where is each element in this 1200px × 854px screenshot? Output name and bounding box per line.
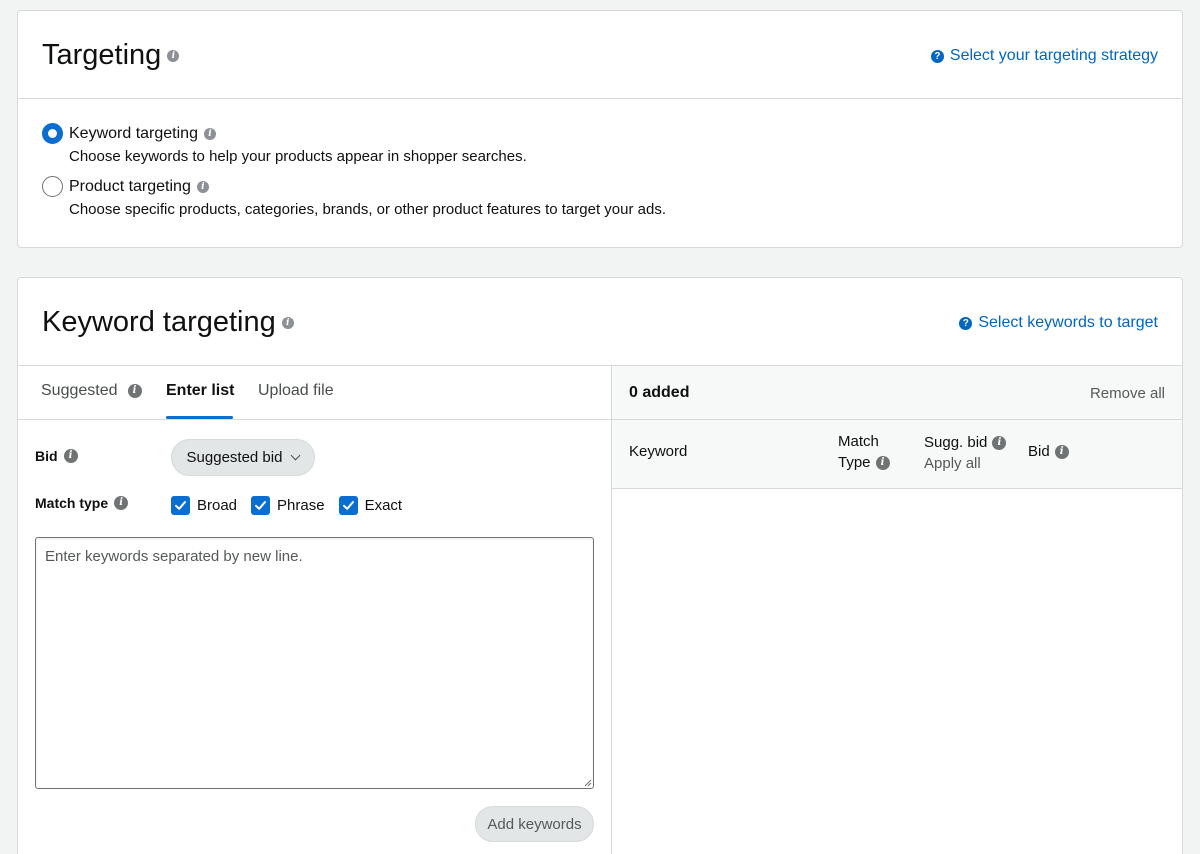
keyword-targeting-title-text: Keyword targeting — [42, 306, 276, 338]
targeting-title-text: Targeting — [42, 39, 162, 71]
keyword-targeting-option[interactable]: Keyword targeting i Choose keywords to h… — [42, 123, 942, 165]
info-icon[interactable]: i — [875, 455, 890, 470]
phrase-label: Phrase — [277, 497, 325, 514]
bid-label-text: Bid — [35, 448, 58, 464]
chevron-down-icon — [291, 450, 301, 461]
info-icon[interactable]: i — [63, 449, 78, 463]
added-keywords-bar: 0 added Remove all — [612, 366, 1182, 420]
product-targeting-radio[interactable] — [42, 176, 63, 197]
select-keywords-help-link[interactable]: ? Select keywords to target — [959, 314, 1158, 332]
match-type-broad[interactable]: Broad — [171, 496, 237, 515]
column-match-type-line1: Match — [838, 433, 879, 450]
match-type-exact[interactable]: Exact — [338, 496, 403, 515]
phrase-checkbox[interactable] — [251, 496, 271, 515]
keyword-source-tabs: Suggested i Enter list Upload file — [18, 366, 611, 420]
column-match-type-line2: Type — [838, 454, 871, 471]
add-keywords-button[interactable]: Add keywords — [475, 806, 594, 842]
match-type-label-text: Match type — [35, 495, 109, 511]
added-count: 0 added — [629, 384, 690, 401]
column-suggested-bid: Sugg. bid i Apply all — [924, 432, 1007, 474]
bid-label: Bid i — [35, 448, 78, 464]
tab-upload-file-label: Upload file — [258, 382, 334, 399]
match-type-phrase[interactable]: Phrase — [251, 496, 325, 515]
broad-checkbox[interactable] — [171, 496, 190, 515]
keywords-textarea[interactable] — [35, 537, 594, 789]
product-targeting-option-description: Choose specific products, categories, br… — [69, 201, 666, 218]
resize-handle-icon[interactable] — [584, 779, 592, 787]
bid-type-select[interactable]: Suggested bid — [171, 439, 315, 476]
match-type-checkboxes: Broad Phrase Exact — [171, 496, 402, 515]
keyword-targeting-radio[interactable] — [42, 123, 63, 144]
info-icon[interactable]: i — [127, 384, 142, 398]
checkmark-icon — [175, 501, 186, 510]
column-bid-label: Bid — [1028, 443, 1050, 460]
info-icon[interactable]: i — [167, 49, 180, 62]
checkmark-icon — [255, 501, 267, 510]
column-bid: Bid i — [1028, 443, 1069, 460]
column-suggested-bid-label: Sugg. bid — [924, 434, 988, 451]
bid-type-select-value: Suggested bid — [186, 449, 283, 466]
keyword-targeting-option-label: Keyword targeting — [69, 124, 198, 142]
tab-enter-list-label: Enter list — [166, 382, 235, 399]
keyword-entry-pane: Suggested i Enter list Upload file Bid i… — [18, 366, 612, 854]
broad-label: Broad — [197, 497, 238, 514]
product-targeting-option-label: Product targeting — [69, 177, 191, 195]
column-match-type: Match Type i — [838, 431, 890, 473]
column-keyword: Keyword — [629, 443, 688, 460]
active-tab-indicator — [166, 416, 233, 419]
question-circle-icon: ? — [930, 49, 944, 63]
targeting-strategy-help-link[interactable]: ? Select your targeting strategy — [930, 47, 1158, 65]
checkmark-icon — [342, 501, 354, 510]
info-icon[interactable]: i — [992, 435, 1007, 450]
info-icon[interactable]: i — [1054, 444, 1069, 459]
targeting-card-header: Targeting i ? Select your targeting stra… — [18, 11, 1182, 99]
keyword-targeting-card-header: Keyword targeting i ? Select keywords to… — [18, 278, 1182, 366]
targeting-card: Targeting i ? Select your targeting stra… — [17, 10, 1183, 248]
info-icon[interactable]: i — [114, 496, 129, 510]
keyword-targeting-option-description: Choose keywords to help your products ap… — [69, 148, 527, 165]
info-icon[interactable]: i — [203, 127, 216, 140]
added-keywords-table-header: Keyword Match Type i Sugg. bid i Apply a… — [612, 420, 1182, 489]
tab-suggested[interactable]: Suggested i — [41, 382, 142, 400]
tab-enter-list[interactable]: Enter list — [166, 382, 234, 400]
exact-checkbox[interactable] — [338, 496, 358, 515]
exact-label: Exact — [364, 497, 403, 514]
product-targeting-option[interactable]: Product targeting i Choose specific prod… — [42, 176, 942, 218]
question-circle-icon: ? — [959, 316, 973, 330]
keyword-targeting-title: Keyword targeting i — [42, 306, 294, 339]
select-keywords-help-text: Select keywords to target — [978, 314, 1158, 331]
info-icon[interactable]: i — [281, 316, 294, 329]
keyword-targeting-card: Keyword targeting i ? Select keywords to… — [17, 277, 1183, 854]
targeting-title: Targeting i — [42, 39, 180, 72]
targeting-strategy-help-text: Select your targeting strategy — [949, 47, 1158, 64]
keyword-targeting-body: Suggested i Enter list Upload file Bid i… — [18, 366, 1182, 854]
tab-upload-file[interactable]: Upload file — [258, 382, 334, 400]
match-type-label: Match type i — [35, 495, 129, 511]
tab-suggested-label: Suggested — [41, 382, 118, 399]
apply-all-link[interactable]: Apply all — [924, 453, 1006, 474]
added-keywords-pane: 0 added Remove all Keyword Match Type i … — [612, 366, 1182, 854]
info-icon[interactable]: i — [196, 180, 209, 193]
remove-all-link[interactable]: Remove all — [1090, 385, 1165, 402]
